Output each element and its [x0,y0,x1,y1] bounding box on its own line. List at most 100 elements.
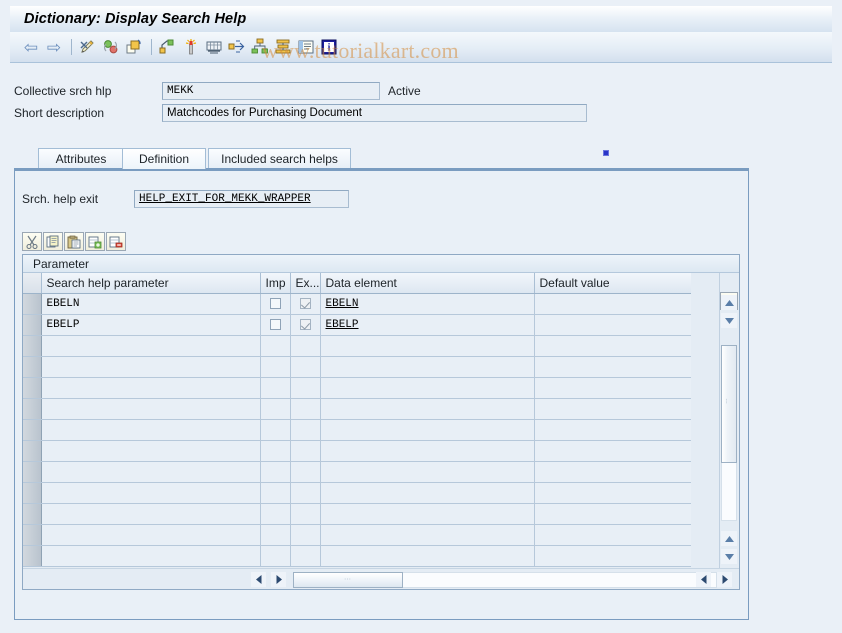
cell-exp-checkbox[interactable] [290,482,321,504]
table-row[interactable] [23,461,691,483]
table-row[interactable] [23,503,691,525]
row-selector[interactable] [23,482,42,504]
copy-object-icon[interactable] [123,36,145,58]
table-row[interactable] [23,524,691,546]
imp-checkbox[interactable] [269,298,281,310]
cell-exp-checkbox[interactable] [290,398,321,420]
cell-exp-checkbox[interactable] [290,356,321,378]
table-row[interactable] [23,419,691,441]
cell-data-element[interactable] [320,377,535,399]
documentation-icon[interactable] [295,36,317,58]
cell-imp-checkbox[interactable] [260,335,291,357]
cell-search-help-parameter[interactable] [41,356,261,378]
row-selector[interactable] [23,419,42,441]
short-description-input[interactable]: Matchcodes for Purchasing Document [162,104,587,122]
stack-icon[interactable] [272,36,294,58]
table-row[interactable] [23,335,691,357]
cell-exp-checkbox[interactable] [290,440,321,462]
cell-exp-checkbox[interactable] [290,524,321,546]
cell-search-help-parameter[interactable] [41,545,261,567]
imp-checkbox[interactable] [269,319,281,331]
cell-exp-checkbox[interactable] [290,335,321,357]
forward-arrow-icon[interactable]: ⇨ [43,36,65,58]
row-selector[interactable] [23,398,42,420]
cell-search-help-parameter[interactable]: EBELP [41,314,261,336]
table-row[interactable] [23,545,691,567]
check-icon[interactable] [100,36,122,58]
cell-data-element[interactable]: EBELP [320,314,535,336]
exp-checkbox[interactable] [299,319,311,331]
navigate-icon[interactable] [226,36,248,58]
cell-default-value[interactable] [534,377,691,399]
table-row[interactable] [23,377,691,399]
row-selector[interactable] [23,524,42,546]
horizontal-scrollbar[interactable]: ⋯ [23,568,739,589]
cell-default-value[interactable] [534,482,691,504]
row-selector[interactable] [23,545,42,567]
cell-search-help-parameter[interactable] [41,335,261,357]
tab-included-search-helps[interactable]: Included search helps [208,148,351,169]
cell-default-value[interactable] [534,398,691,420]
hierarchy-icon[interactable] [249,36,271,58]
cell-default-value[interactable] [534,524,691,546]
row-selector[interactable] [23,503,42,525]
table-row[interactable]: EBELP EBELP [23,314,691,336]
cell-data-element[interactable] [320,545,535,567]
data-element-link[interactable]: EBELN [326,298,359,310]
cell-data-element[interactable] [320,440,535,462]
cell-imp-checkbox[interactable] [260,440,291,462]
cell-data-element[interactable]: EBELN [320,293,535,315]
horizontal-scroll-thumb[interactable]: ⋯ [293,572,403,588]
row-selector[interactable] [23,335,42,357]
column-header-imp[interactable]: Imp [260,273,291,294]
row-selector[interactable] [23,377,42,399]
scroll-left-end-button[interactable] [696,572,711,587]
cell-search-help-parameter[interactable] [41,482,261,504]
cell-default-value[interactable] [534,440,691,462]
column-header-search-help-parameter[interactable]: Search help parameter [41,273,261,294]
cell-imp-checkbox[interactable] [260,482,291,504]
select-all-header[interactable] [23,273,42,294]
scroll-down-bottom-button[interactable] [721,549,737,564]
display-change-icon[interactable] [77,36,99,58]
cell-data-element[interactable] [320,398,535,420]
cell-search-help-parameter[interactable] [41,398,261,420]
cell-data-element[interactable] [320,503,535,525]
cell-search-help-parameter[interactable] [41,377,261,399]
cell-default-value[interactable] [534,503,691,525]
search-help-exit-input[interactable]: HELP_EXIT_FOR_MEKK_WRAPPER [134,190,349,208]
cell-exp-checkbox[interactable] [290,314,321,336]
scroll-down-top-button[interactable] [721,313,737,328]
cell-data-element[interactable] [320,524,535,546]
cell-imp-checkbox[interactable] [260,503,291,525]
column-header-data-element[interactable]: Data element [320,273,535,294]
where-used-icon[interactable] [180,36,202,58]
cell-imp-checkbox[interactable] [260,419,291,441]
paste-button[interactable] [64,232,84,251]
insert-row-button[interactable] [85,232,105,251]
cell-exp-checkbox[interactable] [290,545,321,567]
cell-imp-checkbox[interactable] [260,356,291,378]
cell-imp-checkbox[interactable] [260,545,291,567]
technical-settings-icon[interactable] [203,36,225,58]
info-icon[interactable]: i [318,36,340,58]
table-row[interactable] [23,356,691,378]
row-selector[interactable] [23,461,42,483]
vertical-scrollbar[interactable]: ⁝ [719,273,739,569]
scroll-left-button[interactable] [251,572,266,587]
cell-exp-checkbox[interactable] [290,461,321,483]
cell-search-help-parameter[interactable] [41,503,261,525]
row-selector[interactable] [23,314,42,336]
tab-attributes[interactable]: Attributes [38,148,124,169]
copy-button[interactable] [43,232,63,251]
scroll-right-end-button[interactable] [717,572,732,587]
cell-search-help-parameter[interactable] [41,524,261,546]
table-row[interactable] [23,398,691,420]
tab-definition[interactable]: Definition [122,148,206,169]
cell-search-help-parameter[interactable] [41,440,261,462]
scroll-up-bottom-button[interactable] [721,531,737,546]
cell-data-element[interactable] [320,356,535,378]
cell-imp-checkbox[interactable] [260,377,291,399]
column-header-default-value[interactable]: Default value [534,273,691,294]
activate-icon[interactable] [157,36,179,58]
